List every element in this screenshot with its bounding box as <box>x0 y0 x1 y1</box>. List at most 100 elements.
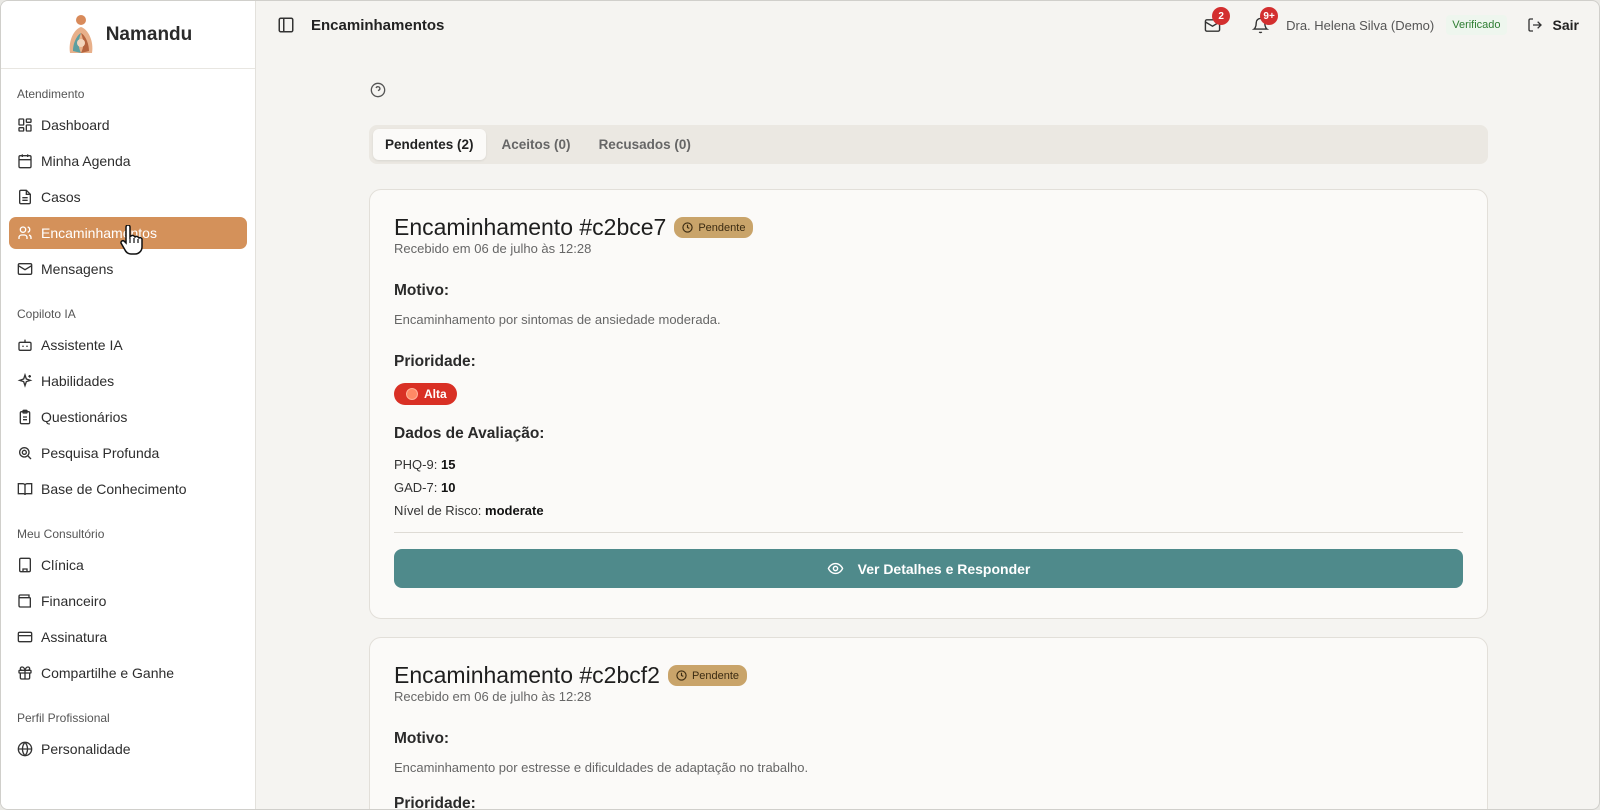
sidebar-item-assinatura[interactable]: Assinatura <box>9 621 247 653</box>
brand-name: Namandu <box>105 23 193 45</box>
notifications-button[interactable]: 9+ <box>1240 5 1280 45</box>
sidebar-nav: Atendimento Dashboard Minha Agenda Casos… <box>1 69 255 765</box>
logout-icon <box>1527 18 1542 32</box>
mail-icon <box>17 263 33 275</box>
users-icon <box>18 226 32 239</box>
eval-row: Nível de Risco: moderate <box>394 503 1463 518</box>
referral-card: Encaminhamento #c2bce7 Pendente Recebido… <box>369 189 1488 619</box>
app-window: Namandu Atendimento Dashboard Minha Agen… <box>0 0 1600 810</box>
sidebar-item-dashboard[interactable]: Dashboard <box>9 109 247 141</box>
status-label: Pendente <box>691 669 740 682</box>
motivo-label: Motivo: <box>394 730 450 747</box>
eval-value: moderate <box>485 503 544 518</box>
avaliacao-label: Dados de Avaliação: <box>394 425 545 442</box>
sidebar-item-mensagens[interactable]: Mensagens <box>9 253 247 285</box>
prioridade-label: Prioridade: <box>394 353 476 370</box>
tab-aceitos[interactable]: Aceitos (0) <box>490 129 583 160</box>
sidebar-item-label: Questionários <box>41 409 128 425</box>
tabs-bar: Pendentes (2) Aceitos (0) Recusados (0) <box>369 125 1488 164</box>
globe-icon <box>17 741 33 757</box>
received-date: Recebido em 06 de julho às 12:28 <box>394 241 592 256</box>
help-icon[interactable] <box>370 82 386 98</box>
sidebar-item-label: Base de Conhecimento <box>41 481 187 497</box>
page-title: Encaminhamentos <box>311 16 445 34</box>
view-details-button[interactable]: Ver Detalhes e Responder <box>394 549 1463 588</box>
nav-group-consultorio: Meu Consultório Clínica Financeiro Assin… <box>9 521 247 689</box>
prioridade-label: Prioridade: <box>394 795 476 810</box>
sidebar-item-label: Assistente IA <box>41 337 123 353</box>
brand[interactable]: Namandu <box>1 1 255 69</box>
eval-value: 10 <box>440 480 456 495</box>
sidebar-item-label: Mensagens <box>41 261 114 277</box>
building-icon <box>19 557 31 573</box>
notifications-badge: 9+ <box>1260 7 1279 25</box>
view-details-label: Ver Detalhes e Responder <box>857 560 1031 577</box>
received-date: Recebido em 06 de julho às 12:28 <box>394 689 592 704</box>
sidebar-item-label: Habilidades <box>41 373 115 389</box>
file-icon <box>19 189 31 205</box>
sidebar-item-pesquisa[interactable]: Pesquisa Profunda <box>9 437 247 469</box>
messages-badge: 2 <box>1212 7 1231 25</box>
hand-cursor-icon <box>120 225 143 255</box>
clock-icon <box>682 222 693 233</box>
clock-icon <box>676 670 687 681</box>
clipboard-icon <box>19 409 31 425</box>
tab-recusados[interactable]: Recusados (0) <box>587 129 703 160</box>
referral-card: Encaminhamento #c2bcf2 Pendente Recebido… <box>369 637 1488 810</box>
card-header: Encaminhamento #c2bce7 Pendente <box>394 214 1463 241</box>
sidebar-item-base-conhecimento[interactable]: Base de Conhecimento <box>9 473 247 505</box>
eval-value: 15 <box>440 457 456 472</box>
user-name[interactable]: Dra. Helena Silva (Demo) <box>1286 18 1434 33</box>
grid-icon <box>18 118 32 132</box>
calendar-icon <box>18 154 32 169</box>
verified-badge: Verificado <box>1446 15 1507 35</box>
priority-dot-icon <box>406 388 418 400</box>
sidebar-item-label: Minha Agenda <box>41 153 131 169</box>
logout-label: Sair <box>1552 17 1579 33</box>
eval-row: GAD-7: 10 <box>394 480 1463 495</box>
priority-label: Alta <box>424 387 447 401</box>
logo-icon <box>69 14 93 53</box>
status-badge: Pendente <box>667 665 748 686</box>
motivo-label: Motivo: <box>394 282 450 299</box>
sidebar-item-label: Compartilhe e Ganhe <box>41 665 175 681</box>
motivo-text: Encaminhamento por estresse e dificuldad… <box>394 760 809 775</box>
sidebar-item-label: Casos <box>41 189 81 205</box>
gift-icon <box>18 666 32 680</box>
nav-group-copiloto: Copiloto IA Assistente IA Habilidades Qu… <box>9 301 247 505</box>
sidebar-item-clinica[interactable]: Clínica <box>9 549 247 581</box>
nav-group-title: Atendimento <box>17 87 85 101</box>
motivo-text: Encaminhamento por sintomas de ansiedade… <box>394 312 721 327</box>
sidebar-item-financeiro[interactable]: Financeiro <box>9 585 247 617</box>
sidebar-item-habilidades[interactable]: Habilidades <box>9 365 247 397</box>
eval-key: Nível de Risco: <box>394 503 482 518</box>
sidebar-toggle-icon[interactable] <box>277 16 295 34</box>
sidebar-item-label: Pesquisa Profunda <box>41 445 160 461</box>
logout-button[interactable]: Sair <box>1527 17 1579 33</box>
nav-group-perfil: Perfil Profissional Personalidade <box>9 705 247 765</box>
top-header: Encaminhamentos 2 9+ Dra. Helena Silva (… <box>257 1 1599 49</box>
sidebar-item-personalidade[interactable]: Personalidade <box>9 733 247 765</box>
divider <box>394 532 1463 533</box>
sidebar-item-assistente[interactable]: Assistente IA <box>9 329 247 361</box>
status-label: Pendente <box>698 221 746 234</box>
nav-group-title: Meu Consultório <box>17 527 105 541</box>
credit-card-icon <box>17 631 33 643</box>
sidebar-item-casos[interactable]: Casos <box>9 181 247 213</box>
eval-key: PHQ-9: <box>394 457 438 472</box>
sidebar-item-compartilhe[interactable]: Compartilhe e Ganhe <box>9 657 247 689</box>
sparkles-icon <box>17 373 33 388</box>
book-icon <box>17 483 33 496</box>
card-title: Encaminhamento #c2bcf2 <box>394 662 660 688</box>
nav-group-title: Perfil Profissional <box>17 711 110 725</box>
messages-button[interactable]: 2 <box>1192 5 1232 45</box>
tab-pendentes[interactable]: Pendentes (2) <box>373 129 486 160</box>
sidebar-item-label: Financeiro <box>41 593 107 609</box>
sidebar-item-agenda[interactable]: Minha Agenda <box>9 145 247 177</box>
priority-badge: Alta <box>394 383 457 405</box>
wallet-icon <box>18 594 31 608</box>
sidebar-item-questionarios[interactable]: Questionários <box>9 401 247 433</box>
card-header: Encaminhamento #c2bcf2 Pendente <box>394 662 1463 689</box>
eye-icon <box>827 562 843 575</box>
sidebar-item-label: Dashboard <box>41 117 110 133</box>
